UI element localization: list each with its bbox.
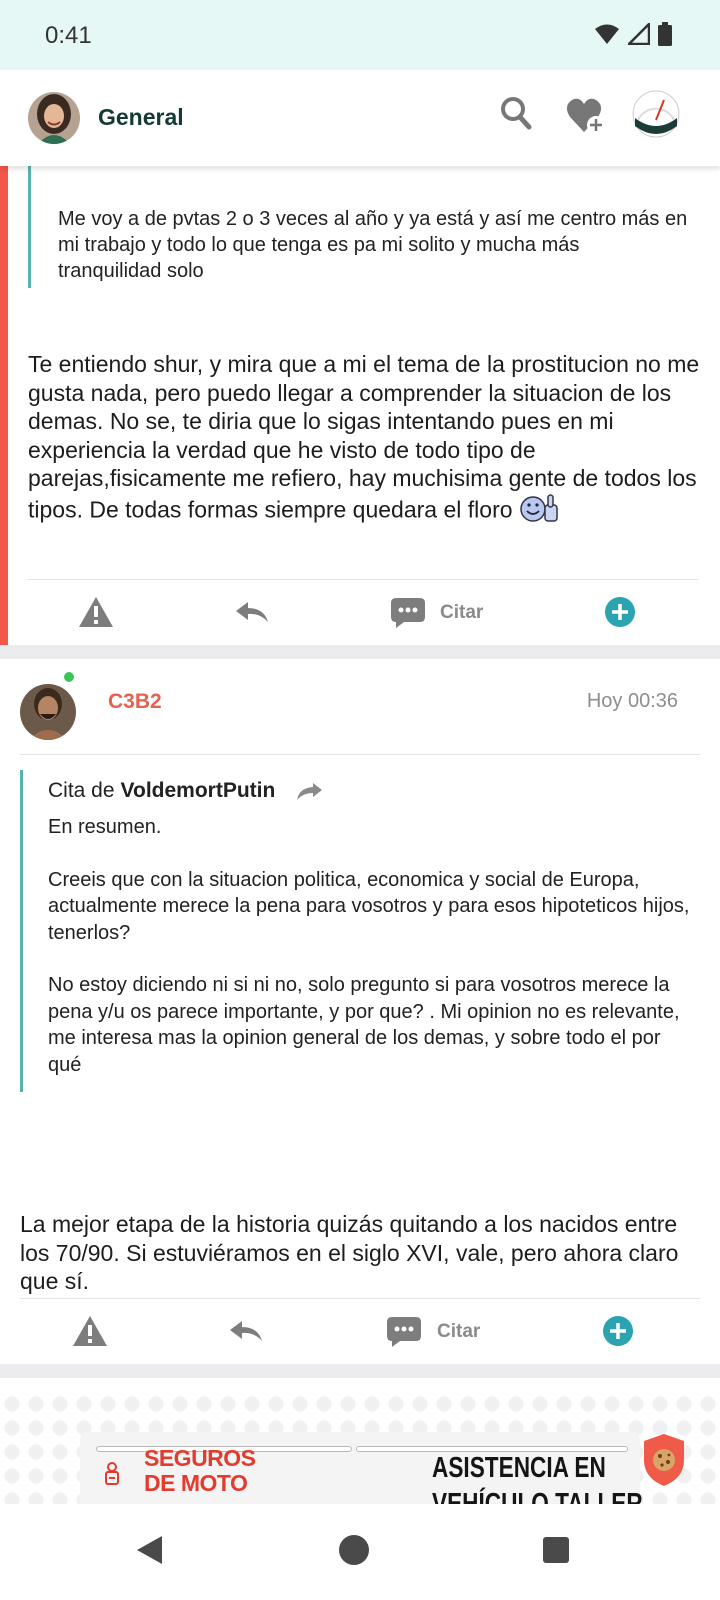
system-nav-bar bbox=[0, 1504, 720, 1600]
quote-paragraph: Creeis que con la situacion politica, ec… bbox=[48, 868, 690, 944]
quote-paragraph: En resumen. bbox=[48, 816, 162, 838]
quote-block: Cita de VoldemortPutin En resumen. Creei… bbox=[20, 770, 690, 1092]
wifi-icon bbox=[595, 24, 619, 44]
forum-avatar[interactable] bbox=[28, 92, 80, 144]
forum-title: General bbox=[98, 104, 184, 130]
quote-author[interactable]: VoldemortPutin bbox=[121, 779, 276, 803]
post-time: Hoy 00:36 bbox=[586, 690, 678, 712]
go-to-quote-icon[interactable] bbox=[295, 781, 323, 801]
quote-icon[interactable] bbox=[390, 596, 426, 633]
highlight-bar bbox=[0, 166, 8, 656]
post-body: Te entiendo shur, y mira que a mi el tem… bbox=[28, 350, 700, 529]
add-icon[interactable] bbox=[604, 596, 636, 633]
post-body: La mejor etapa de la historia quizás qui… bbox=[20, 1211, 679, 1294]
ad-text-line: DE MOTO bbox=[144, 1470, 248, 1496]
ad-logo-icon bbox=[104, 1462, 120, 1491]
post-username[interactable]: C3B2 bbox=[108, 690, 162, 714]
quote-icon[interactable] bbox=[386, 1315, 422, 1352]
reply-icon[interactable] bbox=[228, 1319, 264, 1348]
user-avatar[interactable] bbox=[20, 684, 76, 740]
search-icon[interactable] bbox=[500, 96, 532, 135]
cookie-settings-icon[interactable] bbox=[642, 1432, 686, 1493]
post-actions: Citar bbox=[28, 579, 698, 645]
thumbs-up-smiley-icon bbox=[519, 493, 561, 530]
recents-icon[interactable] bbox=[542, 1536, 570, 1569]
quote-block: Me voy a de pvtas 2 o 3 veces al año y y… bbox=[28, 166, 688, 288]
ad-text-line: ASISTENCIA EN bbox=[432, 1452, 606, 1484]
report-icon[interactable] bbox=[78, 596, 114, 633]
heart-plus-icon[interactable] bbox=[566, 96, 608, 141]
gauge-icon[interactable] bbox=[632, 90, 680, 143]
quote-button[interactable]: Citar bbox=[437, 1321, 480, 1343]
online-indicator bbox=[62, 670, 76, 684]
status-icons bbox=[594, 22, 672, 46]
post-separator bbox=[0, 645, 720, 659]
app-bar: General bbox=[0, 70, 720, 166]
ad-text-line: SEGUROS bbox=[144, 1445, 256, 1471]
quote-button[interactable]: Citar bbox=[440, 602, 483, 624]
ad-headline-left: SEGUROS DE MOTO bbox=[144, 1446, 256, 1496]
home-icon[interactable] bbox=[338, 1534, 370, 1571]
signal-icon bbox=[628, 23, 650, 45]
reply-icon[interactable] bbox=[234, 600, 270, 629]
post-header-divider bbox=[20, 754, 700, 755]
back-icon[interactable] bbox=[134, 1534, 164, 1571]
status-bar: 0:41 bbox=[0, 0, 720, 70]
post-separator bbox=[0, 1364, 720, 1378]
add-icon[interactable] bbox=[602, 1315, 634, 1352]
battery-icon bbox=[658, 22, 672, 46]
post-actions: Citar bbox=[20, 1298, 700, 1364]
quote-header: Cita de VoldemortPutin bbox=[48, 772, 690, 810]
quote-prefix: Cita de bbox=[48, 779, 115, 802]
post-body-text: Te entiendo shur, y mira que a mi el tem… bbox=[28, 351, 700, 522]
report-icon[interactable] bbox=[72, 1315, 108, 1352]
status-time: 0:41 bbox=[45, 22, 92, 49]
post: C3B2 Hoy 00:36 Cita de VoldemortPutin En… bbox=[0, 670, 720, 1386]
quote-paragraph: No estoy diciendo ni si ni no, solo preg… bbox=[48, 974, 680, 1076]
